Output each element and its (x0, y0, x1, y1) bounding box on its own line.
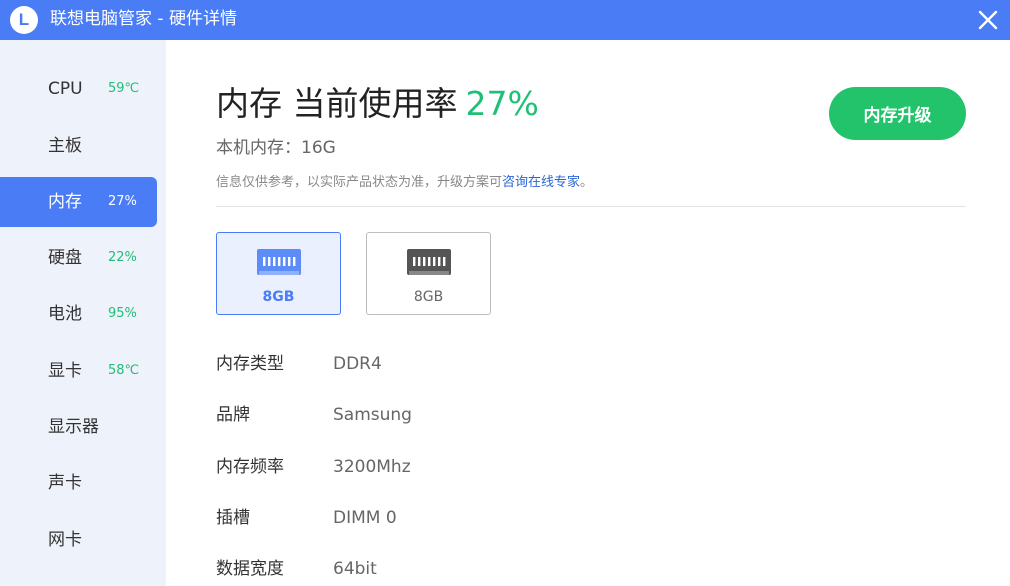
ram-stick-icon (257, 249, 301, 275)
slot-capacity: 8GB (413, 289, 444, 305)
memory-slot-card[interactable]: 8GB (366, 232, 491, 315)
main-panel: 内存 当前使用率 27% 本机内存：16G 信息仅供参考，以实际产品状态为准，升级… (166, 40, 1010, 586)
spec-row-frequency: 内存频率 3200Mhz (216, 455, 816, 479)
sidebar-item-label: 网卡 (48, 530, 82, 550)
spec-value: DIMM 0 (333, 508, 397, 528)
sidebar-item-value: 59℃ (108, 81, 140, 96)
sidebar-item-label: 显卡 (48, 361, 82, 381)
title-bar: L 联想电脑管家 - 硬件详情 (0, 0, 1010, 40)
spec-row-slot: 插槽 DIMM 0 (216, 506, 816, 530)
sidebar-item-motherboard[interactable]: 主板 (0, 121, 157, 171)
sidebar-item-memory[interactable]: 内存 27% (0, 177, 157, 227)
total-memory: 本机内存：16G (216, 138, 336, 158)
sidebar-item-battery[interactable]: 电池 95% (0, 289, 157, 339)
spec-key: 内存频率 (216, 457, 284, 477)
memory-slot-card[interactable]: 8GB (216, 232, 341, 315)
sidebar-item-label: 声卡 (48, 473, 82, 493)
sidebar-item-value: 95% (108, 306, 137, 321)
sidebar-item-label: 内存 (48, 192, 82, 212)
sidebar-item-value: 58℃ (108, 363, 140, 378)
notice-body: 信息仅供参考，以实际产品状态为准，升级方案可 (216, 175, 503, 190)
app-logo-icon: L (10, 6, 38, 34)
close-button[interactable] (974, 6, 1002, 34)
close-icon (978, 10, 998, 30)
spec-row-data-width: 数据宽度 64bit (216, 557, 816, 581)
sidebar-item-display[interactable]: 显示器 (0, 402, 157, 452)
sidebar-item-value: 27% (108, 194, 137, 209)
sidebar-item-label: 硬盘 (48, 248, 82, 268)
sidebar-item-network-card[interactable]: 网卡 (0, 515, 157, 565)
sidebar-item-label: 主板 (48, 136, 82, 156)
spec-value: DDR4 (333, 354, 382, 374)
sidebar-item-gpu[interactable]: 显卡 58℃ (0, 346, 157, 396)
spec-key: 插槽 (216, 508, 250, 528)
sidebar-item-sound-card[interactable]: 声卡 (0, 458, 157, 508)
window-title: 联想电脑管家 - 硬件详情 (50, 9, 237, 29)
slot-capacity: 8GB (262, 289, 295, 305)
sidebar-item-value: 22% (108, 250, 137, 265)
sidebar-item-label: 电池 (48, 304, 82, 324)
sidebar-item-label: 显示器 (48, 417, 99, 437)
spec-key: 内存类型 (216, 354, 284, 374)
spec-row-memory-type: 内存类型 DDR4 (216, 352, 816, 376)
page-title: 内存 当前使用率 27% (216, 82, 539, 126)
usage-percent: 27% (465, 84, 539, 123)
spec-value: Samsung (333, 405, 412, 425)
spec-row-brand: 品牌 Samsung (216, 403, 816, 427)
sidebar-item-cpu[interactable]: CPU 59℃ (0, 64, 157, 114)
sidebar-item-label: CPU (48, 79, 83, 99)
spec-key: 品牌 (216, 405, 250, 425)
notice-end: 。 (580, 175, 594, 190)
page-title-text: 内存 当前使用率 (216, 84, 458, 123)
spec-value: 3200Mhz (333, 457, 411, 477)
expert-consult-link[interactable]: 咨询在线专家 (502, 175, 580, 190)
spec-key: 数据宽度 (216, 559, 284, 579)
upgrade-memory-button[interactable]: 内存升级 (829, 87, 966, 140)
sidebar: CPU 59℃ 主板 内存 27% 硬盘 22% 电池 95% 显卡 58℃ 显… (0, 40, 166, 586)
divider (216, 206, 966, 207)
notice-text: 信息仅供参考，以实际产品状态为准，升级方案可咨询在线专家。 (216, 174, 593, 192)
spec-value: 64bit (333, 559, 377, 579)
sidebar-item-disk[interactable]: 硬盘 22% (0, 233, 157, 283)
ram-stick-icon (407, 249, 451, 275)
